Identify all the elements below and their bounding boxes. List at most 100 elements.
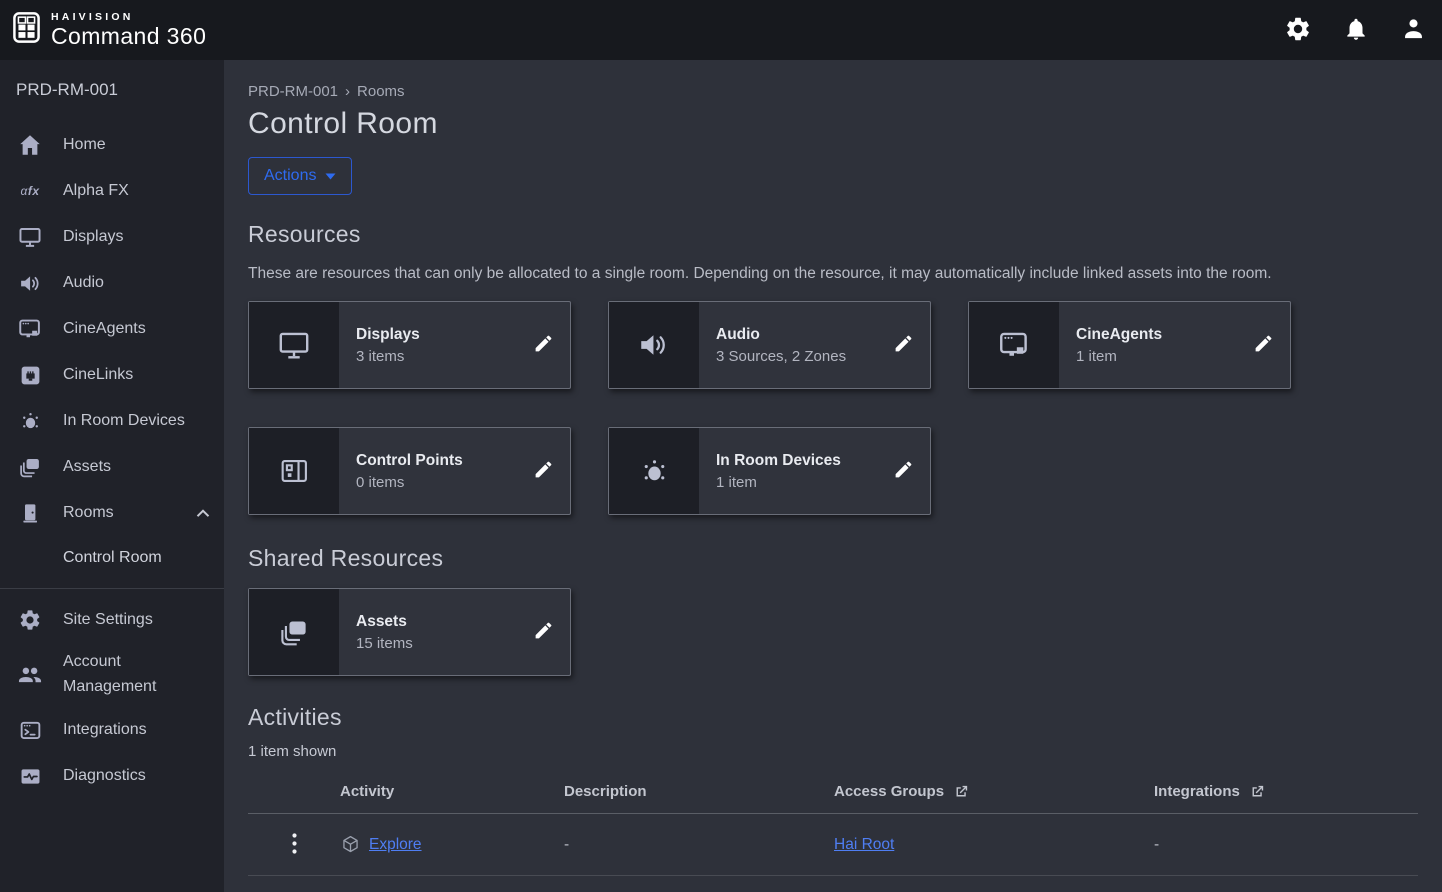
topbar-actions [1284, 15, 1427, 46]
sidebar-item-displays[interactable]: Displays [0, 214, 224, 260]
resource-card-control-points[interactable]: Control Points 0 items [248, 427, 571, 515]
card-subtitle: 15 items [356, 635, 516, 652]
pencil-icon [1253, 333, 1274, 357]
in-room-devices-icon [16, 409, 44, 434]
card-subtitle: 0 items [356, 474, 516, 491]
pencil-icon [533, 333, 554, 357]
sidebar-item-alpha-fx[interactable]: αfx Alpha FX [0, 168, 224, 214]
users-icon [16, 662, 44, 688]
explore-link[interactable]: Explore [369, 836, 422, 854]
sidebar: PRD-RM-001 Home αfx Alpha FX Displays Au… [0, 60, 224, 892]
external-link-icon[interactable] [953, 783, 970, 800]
sidebar-item-rooms[interactable]: Rooms [0, 490, 224, 536]
edit-in-room-devices-button[interactable] [876, 428, 930, 514]
chevron-down-icon [325, 173, 336, 180]
app-logo[interactable]: HAIVISION Command 360 [13, 12, 206, 49]
control-points-icon [249, 428, 339, 514]
cineagents-icon [969, 302, 1059, 388]
activities-count: 1 item shown [248, 743, 1418, 760]
resource-card-audio[interactable]: Audio 3 Sources, 2 Zones [608, 301, 931, 389]
breadcrumb-separator: › [345, 83, 350, 100]
user-icon [1400, 15, 1427, 45]
breadcrumb-room-id[interactable]: PRD-RM-001 [248, 83, 338, 100]
shared-resources-card-grid: Assets 15 items [248, 588, 1418, 676]
shared-resources-heading: Shared Resources [248, 545, 1418, 572]
sidebar-item-audio[interactable]: Audio [0, 260, 224, 306]
speaker-icon [16, 271, 44, 296]
cineagents-icon [16, 316, 44, 342]
table-row: Explore - Hai Root - [248, 814, 1418, 876]
resource-card-displays[interactable]: Displays 3 items [248, 301, 571, 389]
row-menu-button[interactable] [284, 829, 305, 861]
integrations-cell: - [1154, 814, 1418, 876]
column-header-description: Description [564, 773, 834, 814]
brand-haivision: HAIVISION [51, 12, 206, 23]
external-link-icon[interactable] [1249, 783, 1266, 800]
sidebar-item-in-room-devices[interactable]: In Room Devices [0, 398, 224, 444]
edit-cineagents-button[interactable] [1236, 302, 1290, 388]
card-title: Displays [356, 326, 516, 344]
kebab-icon [292, 833, 297, 857]
card-title: Control Points [356, 452, 516, 470]
account-button[interactable] [1400, 15, 1427, 45]
chevron-up-icon [196, 509, 210, 518]
edit-control-points-button[interactable] [516, 428, 570, 514]
display-icon [249, 302, 339, 388]
cinelinks-icon [16, 363, 44, 388]
card-subtitle: 3 Sources, 2 Zones [716, 348, 876, 365]
assets-icon [16, 454, 44, 480]
sidebar-item-assets[interactable]: Assets [0, 444, 224, 490]
card-title: Audio [716, 326, 876, 344]
table-header-row: Activity Description Access Groups Integ… [248, 773, 1418, 814]
settings-button[interactable] [1284, 15, 1312, 46]
actions-button[interactable]: Actions [248, 157, 352, 195]
breadcrumb-rooms[interactable]: Rooms [357, 83, 405, 100]
resources-card-grid: Displays 3 items Audio 3 Sources, 2 Zone… [248, 301, 1418, 515]
sidebar-item-control-room[interactable]: Control Room [0, 536, 224, 580]
actions-button-label: Actions [264, 167, 316, 185]
sidebar-item-home[interactable]: Home [0, 122, 224, 168]
activities-heading: Activities [248, 704, 1418, 731]
resource-card-in-room-devices[interactable]: In Room Devices 1 item [608, 427, 931, 515]
card-title: Assets [356, 613, 516, 631]
pencil-icon [893, 459, 914, 483]
door-icon [16, 501, 44, 525]
breadcrumb: PRD-RM-001 › Rooms [248, 83, 1418, 100]
topbar: HAIVISION Command 360 [0, 0, 1442, 60]
resources-description: These are resources that can only be all… [248, 262, 1403, 285]
haivision-logo-icon [13, 12, 40, 48]
resource-card-cineagents[interactable]: CineAgents 1 item [968, 301, 1291, 389]
page-title: Control Room [248, 107, 1418, 141]
card-subtitle: 1 item [1076, 348, 1236, 365]
description-cell: - [564, 814, 834, 876]
resources-heading: Resources [248, 221, 1418, 248]
explore-cube-icon [340, 834, 361, 855]
column-header-integrations: Integrations [1154, 773, 1418, 814]
gear-icon [16, 608, 44, 632]
pencil-icon [893, 333, 914, 357]
brand-command360: Command 360 [51, 25, 206, 48]
card-subtitle: 1 item [716, 474, 876, 491]
edit-displays-button[interactable] [516, 302, 570, 388]
alpha-fx-icon: αfx [16, 184, 44, 198]
column-header-access-groups: Access Groups [834, 773, 1154, 814]
pulse-icon [16, 764, 44, 789]
card-subtitle: 3 items [356, 348, 516, 365]
sidebar-item-site-settings[interactable]: Site Settings [0, 597, 224, 643]
sidebar-item-diagnostics[interactable]: Diagnostics [0, 753, 224, 799]
main-content: PRD-RM-001 › Rooms Control Room Actions … [224, 60, 1442, 892]
terminal-icon [16, 718, 44, 743]
access-group-link[interactable]: Hai Root [834, 836, 894, 853]
edit-audio-button[interactable] [876, 302, 930, 388]
sidebar-item-cineagents[interactable]: CineAgents [0, 306, 224, 352]
card-title: In Room Devices [716, 452, 876, 470]
home-icon [16, 132, 44, 158]
sidebar-room-id: PRD-RM-001 [0, 60, 224, 122]
sidebar-item-cinelinks[interactable]: CineLinks [0, 352, 224, 398]
edit-assets-button[interactable] [516, 589, 570, 675]
assets-icon [249, 589, 339, 675]
notifications-button[interactable] [1343, 16, 1369, 45]
sidebar-item-integrations[interactable]: Integrations [0, 707, 224, 753]
sidebar-item-account-management[interactable]: Account Management [0, 643, 224, 707]
shared-card-assets[interactable]: Assets 15 items [248, 588, 571, 676]
